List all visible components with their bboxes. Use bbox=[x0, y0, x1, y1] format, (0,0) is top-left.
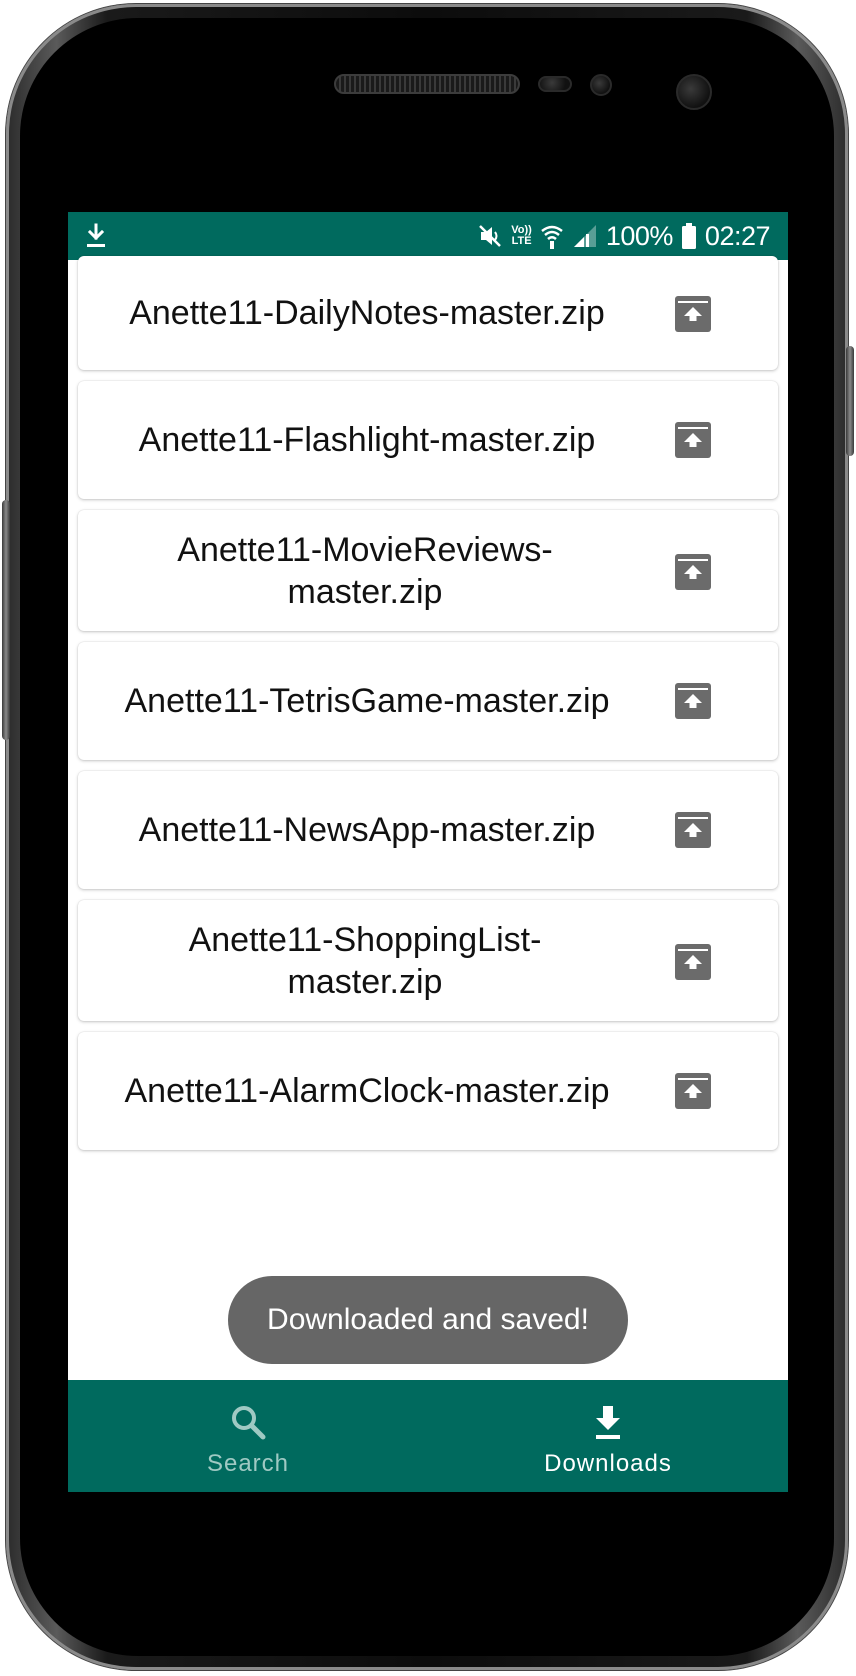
download-item[interactable]: Anette11-DailyNotes-master.zip bbox=[78, 256, 778, 370]
nav-label-downloads: Downloads bbox=[544, 1450, 672, 1477]
status-icons: Vo)) LTE 100% 02:27 bbox=[477, 212, 771, 260]
download-icon bbox=[596, 1406, 620, 1439]
downloads-list: Anette11-DailyNotes-master.zip Anette11-… bbox=[78, 256, 778, 1161]
light-sensor bbox=[590, 74, 612, 96]
upload-icon[interactable] bbox=[675, 944, 711, 980]
cell-signal-icon bbox=[573, 225, 596, 247]
app-screen: Vo)) LTE 100% 02:27 Anette11-DailyNotes-… bbox=[68, 212, 788, 1492]
download-item[interactable]: Anette11-NewsApp-master.zip bbox=[78, 771, 778, 889]
front-camera bbox=[676, 74, 712, 110]
download-item-name: Anette11-Flashlight-master.zip bbox=[138, 421, 596, 459]
battery-percent: 100% bbox=[605, 220, 674, 251]
search-icon bbox=[232, 1406, 266, 1440]
mute-icon bbox=[479, 225, 502, 247]
download-item-name: Anette11-NewsApp-master.zip bbox=[138, 811, 596, 849]
volte-icon: Vo)) LTE bbox=[511, 225, 532, 247]
download-item[interactable]: Anette11-ShoppingList-master.zip bbox=[78, 900, 778, 1021]
wifi-icon bbox=[541, 225, 563, 249]
proximity-sensor bbox=[538, 76, 572, 92]
volte-label-bottom: LTE bbox=[511, 235, 532, 247]
download-item[interactable]: Anette11-AlarmClock-master.zip bbox=[78, 1032, 778, 1150]
download-item-name: Anette11-TetrisGame-master.zip bbox=[124, 682, 610, 720]
status-time: 02:27 bbox=[704, 220, 771, 251]
nav-item-downloads[interactable]: Downloads bbox=[428, 1380, 788, 1492]
download-item[interactable]: Anette11-Flashlight-master.zip bbox=[78, 381, 778, 499]
nav-item-search[interactable]: Search bbox=[68, 1380, 428, 1492]
earpiece-speaker bbox=[334, 74, 520, 94]
download-item[interactable]: Anette11-TetrisGame-master.zip bbox=[78, 642, 778, 760]
upload-icon[interactable] bbox=[675, 296, 711, 332]
upload-icon[interactable] bbox=[675, 554, 711, 590]
nav-label-search: Search bbox=[206, 1450, 290, 1477]
battery-icon bbox=[681, 223, 696, 249]
download-item[interactable]: Anette11-MovieReviews-master.zip bbox=[78, 510, 778, 631]
download-icon bbox=[87, 223, 105, 247]
download-item-name: Anette11-DailyNotes-master.zip bbox=[129, 294, 605, 332]
volume-button bbox=[2, 500, 10, 740]
power-button bbox=[846, 346, 854, 456]
upload-icon[interactable] bbox=[675, 683, 711, 719]
download-item-name: Anette11-MovieReviews-master.zip bbox=[177, 530, 553, 611]
bottom-navigation: Search Downloads bbox=[68, 1380, 788, 1492]
download-item-name: Anette11-AlarmClock-master.zip bbox=[124, 1072, 610, 1110]
status-bar: Vo)) LTE 100% 02:27 bbox=[68, 212, 788, 260]
upload-icon[interactable] bbox=[675, 1073, 711, 1109]
upload-icon[interactable] bbox=[675, 422, 711, 458]
download-item-name: Anette11-ShoppingList-master.zip bbox=[188, 920, 542, 1001]
upload-icon[interactable] bbox=[675, 812, 711, 848]
toast-message: Downloaded and saved! bbox=[228, 1276, 628, 1364]
